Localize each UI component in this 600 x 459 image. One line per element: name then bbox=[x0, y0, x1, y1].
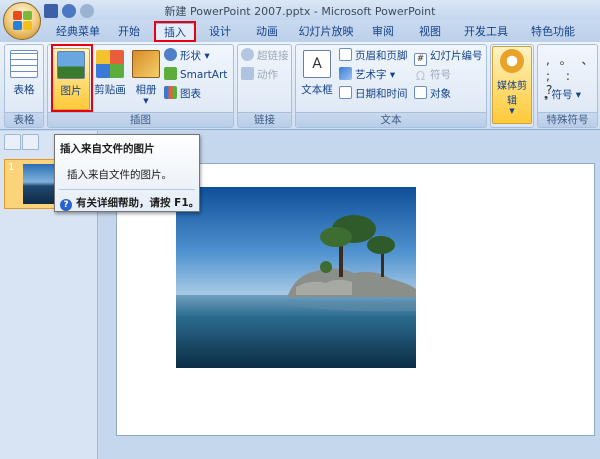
group-label-text: 文本 bbox=[296, 112, 486, 127]
header-footer-icon bbox=[339, 48, 352, 61]
inserted-photo[interactable] bbox=[176, 187, 416, 368]
hyperlink-icon bbox=[241, 48, 254, 61]
tab-classic-menu[interactable]: 经典菜单 bbox=[50, 23, 106, 42]
slides-tab[interactable] bbox=[4, 134, 21, 150]
action-icon bbox=[241, 67, 254, 80]
clipart-button[interactable]: 剪贴画 bbox=[92, 48, 128, 110]
help-icon: ? bbox=[60, 199, 72, 211]
shapes-icon bbox=[164, 48, 177, 61]
ribbon: 表格 表格 图片 剪贴画 相册 ▼ 形状 ▾ SmartArt 图表 插图 超链… bbox=[0, 42, 600, 130]
group-label-special-symbols: 特殊符号 bbox=[538, 112, 597, 127]
tab-developer[interactable]: 开发工具 bbox=[461, 23, 511, 42]
tab-home[interactable]: 开始 bbox=[112, 23, 146, 42]
symbol-button[interactable]: Ω 符号 bbox=[414, 67, 451, 84]
chart-button[interactable]: 图表 bbox=[164, 86, 201, 103]
tab-insert[interactable]: 插入 bbox=[155, 23, 195, 42]
tab-features[interactable]: 特色功能 bbox=[527, 23, 579, 42]
group-text: A 文本框 页眉和页脚 艺术字 ▾ 日期和时间 # 幻灯片编号 Ω 符号 对象 文本 bbox=[295, 44, 487, 128]
group-links: 超链接 动作 链接 bbox=[237, 44, 292, 128]
group-tables: 表格 表格 bbox=[4, 44, 44, 128]
ribbon-tabs: 经典菜单 开始 插入 设计 动画 幻灯片放映 审阅 视图 开发工具 特色功能 bbox=[0, 20, 600, 42]
group-label-tables: 表格 bbox=[5, 112, 43, 127]
speaker-icon bbox=[500, 49, 524, 73]
tooltip-divider bbox=[59, 189, 195, 190]
wordart-button[interactable]: 艺术字 ▾ bbox=[339, 67, 395, 84]
group-special-symbols: , 。 、 ; : ? ❟ 符号 ▾ 特殊符号 bbox=[537, 44, 598, 128]
header-footer-button[interactable]: 页眉和页脚 bbox=[339, 48, 408, 65]
chart-icon bbox=[164, 86, 177, 99]
hyperlink-button[interactable]: 超链接 bbox=[241, 48, 289, 65]
tab-view[interactable]: 视图 bbox=[413, 23, 447, 42]
slide-number-button[interactable]: # 幻灯片编号 bbox=[414, 48, 483, 66]
shapes-button[interactable]: 形状 ▾ bbox=[164, 48, 210, 65]
clipart-icon bbox=[96, 50, 124, 78]
tab-slideshow[interactable]: 幻灯片放映 bbox=[296, 23, 356, 42]
wordart-icon bbox=[339, 67, 352, 80]
tab-review[interactable]: 审阅 bbox=[366, 23, 400, 42]
slide-thumbnail-number: 1 bbox=[8, 162, 15, 173]
object-icon bbox=[414, 86, 427, 99]
textbox-icon: A bbox=[303, 50, 331, 78]
action-button[interactable]: 动作 bbox=[241, 67, 278, 84]
tooltip-help: ? 有关详细帮助，请按 F1。 bbox=[60, 195, 199, 211]
calendar-icon bbox=[339, 86, 352, 99]
island-landscape-image bbox=[176, 187, 416, 368]
picture-tooltip: 插入来自文件的图片 插入来自文件的图片。 ? 有关详细帮助，请按 F1。 bbox=[54, 134, 200, 212]
group-media: 媒体剪辑 ▼ bbox=[490, 44, 534, 128]
slide-number-icon: # bbox=[414, 53, 427, 66]
tab-animation[interactable]: 动画 bbox=[250, 23, 284, 42]
album-button[interactable]: 相册 ▼ bbox=[130, 48, 162, 110]
media-clip-button[interactable]: 媒体剪辑 ▼ bbox=[492, 46, 532, 124]
smartart-button[interactable]: SmartArt bbox=[164, 67, 227, 84]
picture-icon bbox=[57, 51, 85, 79]
office-logo-icon bbox=[13, 11, 33, 31]
group-illustrations: 图片 剪贴画 相册 ▼ 形状 ▾ SmartArt 图表 插图 bbox=[47, 44, 234, 128]
group-label-illustrations: 插图 bbox=[48, 112, 233, 127]
office-button[interactable] bbox=[3, 2, 41, 40]
omega-icon: Ω bbox=[415, 69, 426, 83]
window-title: 新建 PowerPoint 2007.pptx - Microsoft Powe… bbox=[164, 5, 436, 18]
slides-pane-tabs bbox=[4, 134, 39, 150]
tab-design[interactable]: 设计 bbox=[203, 23, 237, 42]
smartart-icon bbox=[164, 67, 177, 80]
table-icon bbox=[10, 50, 38, 78]
media-dropdown-icon[interactable]: ▼ bbox=[493, 107, 531, 115]
tooltip-description: 插入来自文件的图片。 bbox=[67, 169, 172, 181]
special-symbol-row-1[interactable]: , 。 、 bbox=[546, 51, 596, 68]
table-button[interactable]: 表格 bbox=[5, 48, 43, 110]
special-symbol-button[interactable]: ❟ 符号 ▾ bbox=[544, 87, 581, 104]
datetime-button[interactable]: 日期和时间 bbox=[339, 86, 408, 103]
title-bar: 新建 PowerPoint 2007.pptx - Microsoft Powe… bbox=[0, 0, 600, 20]
group-label-links: 链接 bbox=[238, 112, 291, 127]
tooltip-title: 插入来自文件的图片 bbox=[60, 143, 155, 155]
object-button[interactable]: 对象 bbox=[414, 86, 451, 103]
tooltip-help-text: 有关详细帮助，请按 F1。 bbox=[76, 197, 200, 209]
textbox-button[interactable]: A 文本框 bbox=[298, 48, 336, 110]
picture-button[interactable]: 图片 bbox=[52, 48, 90, 110]
outline-tab[interactable] bbox=[22, 134, 39, 150]
album-dropdown-icon[interactable]: ▼ bbox=[130, 97, 162, 105]
album-icon bbox=[132, 50, 160, 78]
